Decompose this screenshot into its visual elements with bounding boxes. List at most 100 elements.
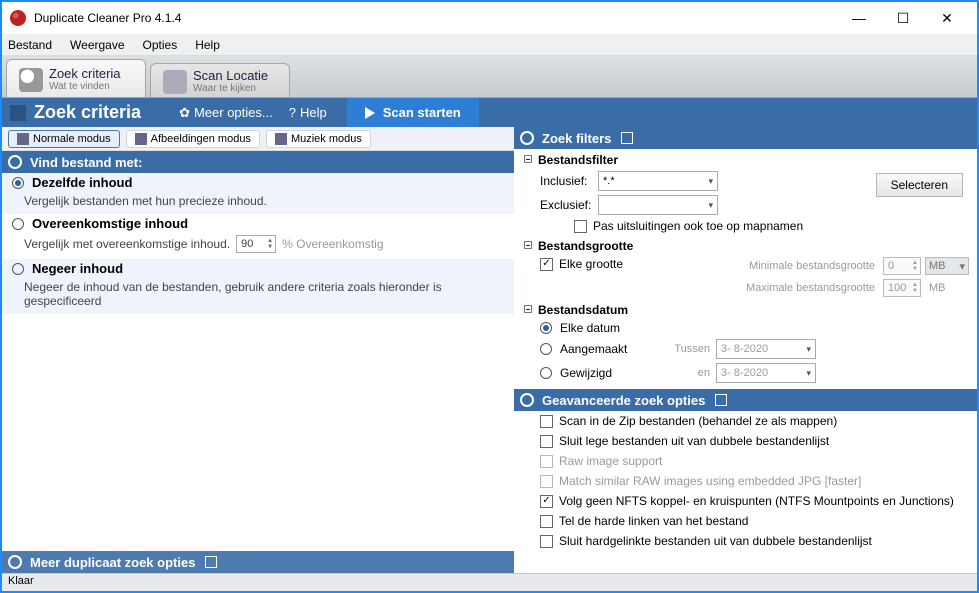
radio-similar-content[interactable]: Overeenkomstige inhoud (2, 214, 514, 233)
min-size-label: Minimale bestandsgrootte (680, 260, 875, 272)
adv-raw: Raw image support (514, 451, 977, 471)
adv-hard-checkbox[interactable] (540, 515, 553, 528)
window-title: Duplicate Cleaner Pro 4.1.4 (34, 11, 837, 25)
exclude-combo[interactable]: ▾ (598, 195, 718, 215)
status-text: Klaar (8, 575, 34, 587)
tab-search-sub: Wat te vinden (49, 81, 121, 92)
collapse-icon[interactable] (8, 155, 22, 169)
ignore-desc: Negeer de inhoud van de bestanden, gebru… (2, 278, 514, 314)
close-button[interactable]: ✕ (925, 4, 969, 32)
music-icon (275, 133, 287, 145)
adv-hardex-checkbox[interactable] (540, 535, 553, 548)
max-size-value[interactable]: 100▲▼ (883, 279, 921, 297)
menu-bestand[interactable]: Bestand (8, 38, 52, 52)
menu-help[interactable]: Help (195, 38, 220, 52)
include-value: *.* (603, 175, 615, 187)
image-icon (135, 133, 147, 145)
spinner-arrows-icon: ▲▼ (912, 260, 918, 272)
menu-weergave[interactable]: Weergave (70, 38, 124, 52)
expand-icon[interactable]: − (524, 155, 532, 163)
mode-music[interactable]: Muziek modus (266, 130, 371, 148)
popout-icon[interactable] (205, 556, 217, 568)
radio-same-content[interactable]: Dezelfde inhoud (2, 173, 514, 192)
find-head-label: Vind bestand met: (30, 155, 142, 170)
any-size-checkbox[interactable] (540, 258, 553, 271)
mode-row: Normale modus Afbeeldingen modus Muziek … (2, 127, 514, 151)
left-panel: Normale modus Afbeeldingen modus Muziek … (2, 127, 514, 573)
min-size-unit[interactable]: MB▾ (925, 257, 969, 275)
more-options-link[interactable]: ✿Meer opties... (179, 105, 273, 121)
tab-search-label: Zoek criteria (49, 67, 121, 81)
and-label: en (660, 367, 710, 379)
collapse-icon[interactable] (8, 555, 22, 569)
adv-hard: Tel de harde linken van het bestand (514, 511, 977, 531)
mode-images[interactable]: Afbeeldingen modus (126, 130, 260, 148)
max-size-label: Maximale bestandsgrootte (680, 282, 875, 294)
adv-ntfs-checkbox[interactable] (540, 495, 553, 508)
right-panel: Zoek filters −Bestandsfilter Inclusief: … (514, 127, 977, 573)
expand-icon[interactable]: − (524, 305, 532, 313)
date-and-picker[interactable]: 3- 8-2020▾ (716, 363, 816, 383)
same-label: Dezelfde inhoud (32, 175, 132, 190)
chevron-down-icon: ▾ (708, 176, 713, 187)
tab-scan-location[interactable]: Scan Locatie Waar te kijken (150, 63, 290, 97)
chevron-down-icon: ▾ (806, 368, 811, 379)
spinner-arrows-icon: ▲▼ (267, 238, 273, 250)
adv-zip: Scan in de Zip bestanden (behandel ze al… (514, 411, 977, 431)
popout-icon[interactable] (621, 132, 633, 144)
include-row: Inclusief: *.* ▾ (514, 169, 862, 193)
adv-empty-checkbox[interactable] (540, 435, 553, 448)
action-bar: Zoek criteria ✿Meer opties... ? Help Scan… (2, 98, 977, 127)
help-label: Help (300, 105, 327, 120)
same-desc: Vergelijk bestanden met hun precieze inh… (2, 192, 514, 214)
select-filter-button[interactable]: Selecteren (876, 173, 963, 197)
exclude-label: Exclusief: (540, 198, 598, 212)
min-size-value[interactable]: 0▲▼ (883, 257, 921, 275)
any-date-row[interactable]: Elke datum (514, 319, 977, 337)
tab-location-sub: Waar te kijken (193, 83, 268, 94)
filters-body: −Bestandsfilter Inclusief: *.*▾ Exclusie… (514, 149, 977, 573)
chevron-down-icon: ▾ (708, 200, 713, 211)
include-label: Inclusief: (540, 174, 598, 188)
tab-search-criteria[interactable]: Zoek criteria Wat te vinden (6, 59, 146, 97)
mode-normal[interactable]: Normale modus (8, 130, 120, 148)
radio-created[interactable] (540, 343, 552, 355)
maximize-button[interactable]: ☐ (881, 4, 925, 32)
adv-empty: Sluit lege bestanden uit van dubbele bes… (514, 431, 977, 451)
popout-icon[interactable] (715, 394, 727, 406)
radio-icon (12, 263, 24, 275)
scan-start-button[interactable]: Scan starten (347, 98, 479, 127)
find-section-head: Vind bestand met: (2, 151, 514, 173)
adv-hardex: Sluit hardgelinkte bestanden uit van dub… (514, 531, 977, 551)
exclude-row: Exclusief: ▾ (514, 193, 862, 217)
page-title: Zoek criteria (34, 102, 141, 123)
minimize-button[interactable]: — (837, 4, 881, 32)
main-tabbar: Zoek criteria Wat te vinden Scan Locatie… (2, 56, 977, 98)
apply-dirs-checkbox[interactable] (574, 220, 587, 233)
advanced-head: Geavanceerde zoek opties (514, 389, 977, 411)
find-body: Dezelfde inhoud Vergelijk bestanden met … (2, 173, 514, 551)
help-icon: ? (289, 105, 296, 120)
percent-value: 90 (241, 238, 253, 250)
modified-label: Gewijzigd (560, 366, 660, 380)
menu-opties[interactable]: Opties (143, 38, 178, 52)
ignore-label: Negeer inhoud (32, 261, 123, 276)
similar-desc: Vergelijk met overeenkomstige inhoud. (24, 237, 230, 251)
titlebar: Duplicate Cleaner Pro 4.1.4 — ☐ ✕ (2, 2, 977, 34)
collapse-icon[interactable] (520, 131, 534, 145)
percent-spinner[interactable]: 90 ▲▼ (236, 235, 276, 253)
app-logo-icon (10, 10, 26, 26)
max-size-row: Maximale bestandsgrootte 100▲▼ MB (654, 277, 977, 299)
expand-icon[interactable]: − (524, 241, 532, 249)
help-link[interactable]: ? Help (289, 105, 327, 120)
radio-ignore-content[interactable]: Negeer inhoud (2, 259, 514, 278)
status-bar: Klaar (2, 573, 977, 591)
collapse-icon[interactable] (520, 393, 534, 407)
size-filter-head: −Bestandsgrootte (514, 235, 977, 255)
date-between-picker[interactable]: 3- 8-2020▾ (716, 339, 816, 359)
radio-modified[interactable] (540, 367, 552, 379)
more-dup-options-head[interactable]: Meer duplicaat zoek opties (2, 551, 514, 573)
adv-zip-checkbox[interactable] (540, 415, 553, 428)
include-combo[interactable]: *.* ▾ (598, 171, 718, 191)
modified-date-row: Gewijzigd en 3- 8-2020▾ (514, 361, 977, 385)
